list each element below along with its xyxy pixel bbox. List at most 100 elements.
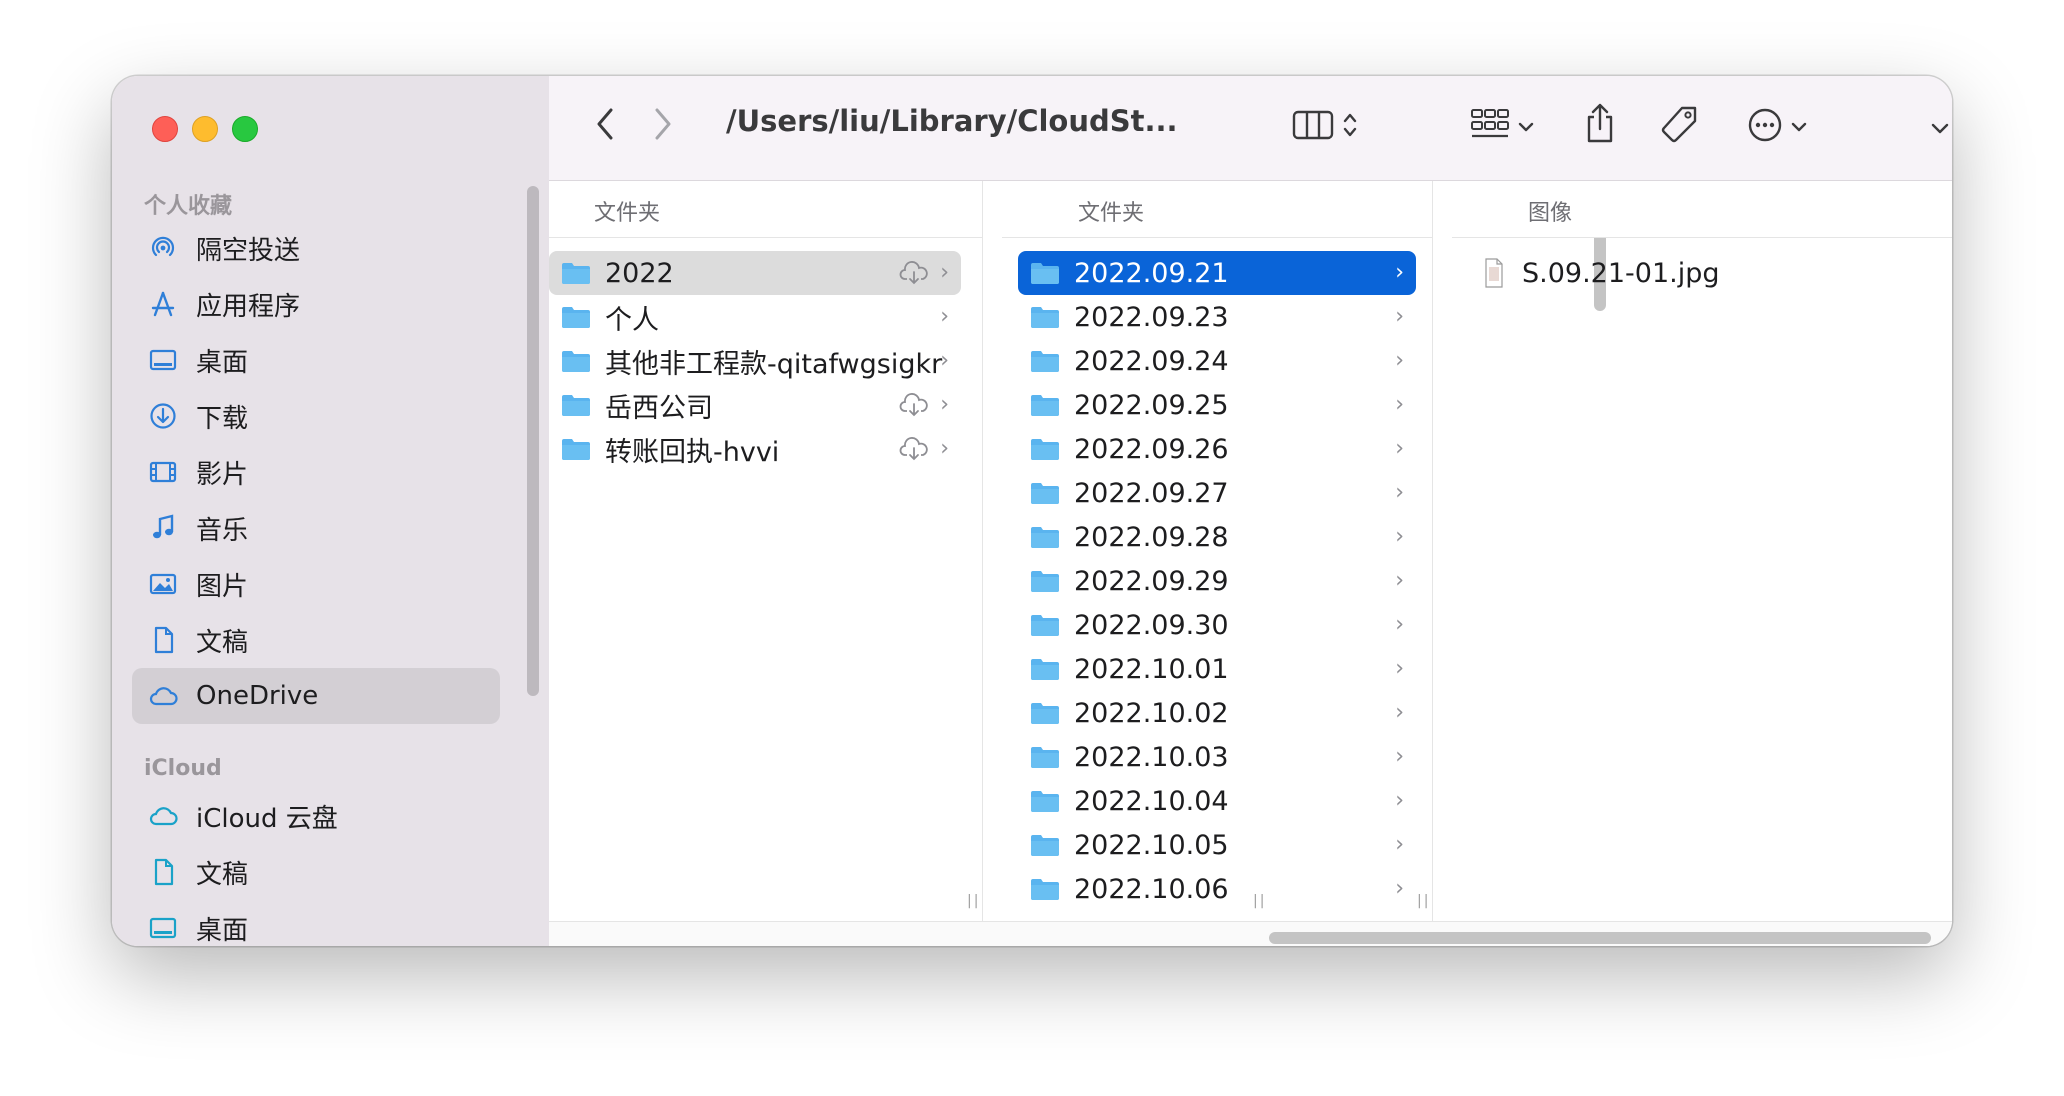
list-item[interactable]: 2022.09.25 › xyxy=(1018,383,1416,427)
list-item[interactable]: S.09.21-01.jpg xyxy=(1468,251,1928,295)
column-1: 文件夹 2022 › 个人 › 其他非工程款-qitafwgsigkr › 岳西… xyxy=(549,181,983,921)
chevron-right-icon: › xyxy=(940,392,949,417)
pictures-icon xyxy=(146,567,180,601)
icloud-header: iCloud xyxy=(144,756,222,781)
back-button[interactable] xyxy=(587,106,623,146)
sidebar-item-icloud-documents[interactable]: 文稿 xyxy=(132,844,500,900)
list-item[interactable]: 个人 › xyxy=(549,295,961,339)
movies-icon xyxy=(146,455,180,489)
column-resize-handle[interactable]: || xyxy=(1417,893,1430,909)
list-item[interactable]: 2022.09.21 › xyxy=(1018,251,1416,295)
sidebar-item-desktop[interactable]: 桌面 xyxy=(132,332,500,388)
folder-icon xyxy=(1031,483,1059,504)
list-item[interactable]: 转账回执-hvvi › xyxy=(549,427,961,471)
list-item[interactable]: 2022.09.30 › xyxy=(1018,603,1416,647)
list-item[interactable]: 2022.09.23 › xyxy=(1018,295,1416,339)
toolbar-overflow-button[interactable] xyxy=(1925,108,1952,148)
list-item[interactable]: 2022.09.26 › xyxy=(1018,427,1416,471)
folder-icon xyxy=(1031,263,1059,284)
window-title-path: /Users/liu/Library/CloudSt... xyxy=(726,104,1178,138)
column-browser: 文件夹 2022 › 个人 › 其他非工程款-qitafwgsigkr › 岳西… xyxy=(549,181,1952,946)
sidebar-item-icloud-drive[interactable]: iCloud 云盘 xyxy=(132,788,500,844)
chevron-down-icon xyxy=(1931,119,1949,138)
zoom-button[interactable] xyxy=(232,116,258,142)
folder-icon xyxy=(1031,879,1059,900)
chevron-right-icon: › xyxy=(1395,788,1404,813)
list-item[interactable]: 2022.10.03 › xyxy=(1018,735,1416,779)
cloud-download-icon[interactable] xyxy=(899,437,929,465)
sidebar-item-downloads[interactable]: 下载 xyxy=(132,388,500,444)
sidebar-item-label: 桌面 xyxy=(196,915,249,946)
chevron-left-icon xyxy=(595,107,615,145)
folder-icon xyxy=(1031,395,1059,416)
sidebar-item-label: 图片 xyxy=(196,571,249,602)
folder-icon xyxy=(1031,439,1059,460)
list-item[interactable]: 2022.10.02 › xyxy=(1018,691,1416,735)
sidebar: 个人收藏 隔空投送 应用程序 桌面 下载 影片 音乐 图片 文稿 OneDriv… xyxy=(112,76,549,946)
list-item[interactable]: 2022.09.27 › xyxy=(1018,471,1416,515)
sidebar-item-documents[interactable]: 文稿 xyxy=(132,612,500,668)
columns-view-icon xyxy=(1292,109,1334,145)
cloud-download-icon[interactable] xyxy=(899,261,929,289)
column-resize-handle[interactable]: || xyxy=(1253,893,1266,909)
horizontal-scrollbar[interactable] xyxy=(1269,932,1931,944)
folder-icon xyxy=(562,395,590,416)
chevron-right-icon: › xyxy=(1395,656,1404,681)
favorites-header: 个人收藏 xyxy=(144,194,233,219)
sidebar-item-applications[interactable]: 应用程序 xyxy=(132,276,500,332)
folder-icon xyxy=(1031,703,1059,724)
sidebar-item-icloud-desktop[interactable]: 桌面 xyxy=(132,900,500,946)
more-icon xyxy=(1747,107,1783,147)
list-item[interactable]: 2022.10.06 › xyxy=(1018,867,1416,911)
chevron-right-icon: › xyxy=(1395,700,1404,725)
chevron-down-icon xyxy=(1518,118,1534,137)
list-item[interactable]: 2022.10.05 › xyxy=(1018,823,1416,867)
sidebar-item-onedrive[interactable]: OneDrive xyxy=(132,668,500,724)
close-button[interactable] xyxy=(152,116,178,142)
folder-icon xyxy=(1031,835,1059,856)
cloud-download-icon[interactable] xyxy=(899,393,929,421)
chevron-right-icon: › xyxy=(1395,876,1404,901)
list-item[interactable]: 2022.09.28 › xyxy=(1018,515,1416,559)
sidebar-item-label: 下载 xyxy=(196,403,249,434)
list-item[interactable]: 其他非工程款-qitafwgsigkr › xyxy=(549,339,961,383)
minimize-button[interactable] xyxy=(192,116,218,142)
list-item[interactable]: 岳西公司 › xyxy=(549,383,961,427)
list-item[interactable]: 2022.10.04 › xyxy=(1018,779,1416,823)
tag-icon xyxy=(1660,105,1700,149)
sidebar-item-pictures[interactable]: 图片 xyxy=(132,556,500,612)
chevron-right-icon: › xyxy=(1395,392,1404,417)
folder-icon xyxy=(1031,659,1059,680)
list-item[interactable]: 2022 › xyxy=(549,251,961,295)
forward-button[interactable] xyxy=(645,106,681,146)
sidebar-item-label: 应用程序 xyxy=(196,291,301,322)
sidebar-item-label: 影片 xyxy=(196,459,249,490)
list-item[interactable]: 2022.10.01 › xyxy=(1018,647,1416,691)
list-item[interactable]: 2022.09.29 › xyxy=(1018,559,1416,603)
horizontal-scrollbar-track xyxy=(549,921,1952,946)
folder-icon xyxy=(562,439,590,460)
share-button[interactable] xyxy=(1579,100,1621,150)
chevron-right-icon: › xyxy=(940,348,949,373)
view-mode-button[interactable] xyxy=(1282,104,1368,150)
sidebar-item-movies[interactable]: 影片 xyxy=(132,444,500,500)
chevron-right-icon: › xyxy=(940,436,949,461)
folder-icon xyxy=(562,263,590,284)
chevron-right-icon: › xyxy=(1395,568,1404,593)
sidebar-scrollbar[interactable] xyxy=(527,186,539,696)
group-button[interactable] xyxy=(1462,104,1542,150)
action-button[interactable] xyxy=(1737,104,1817,150)
tags-button[interactable] xyxy=(1657,104,1703,150)
folder-icon xyxy=(562,307,590,328)
desktop-icon xyxy=(146,911,180,945)
column-header-label: 文件夹 xyxy=(594,201,661,226)
chevron-right-icon: › xyxy=(1395,348,1404,373)
cloud-icon xyxy=(146,679,180,713)
list-item[interactable]: 2022.09.24 › xyxy=(1018,339,1416,383)
sidebar-item-airdrop[interactable]: 隔空投送 xyxy=(132,220,500,276)
sidebar-item-music[interactable]: 音乐 xyxy=(132,500,500,556)
chevron-right-icon: › xyxy=(1395,260,1404,285)
column-header: 文件夹 xyxy=(1002,181,1432,238)
column-resize-handle[interactable]: || xyxy=(967,893,980,909)
column-2: 文件夹 2022.09.21 › 2022.09.23 › 2022.09.24… xyxy=(1002,181,1433,921)
